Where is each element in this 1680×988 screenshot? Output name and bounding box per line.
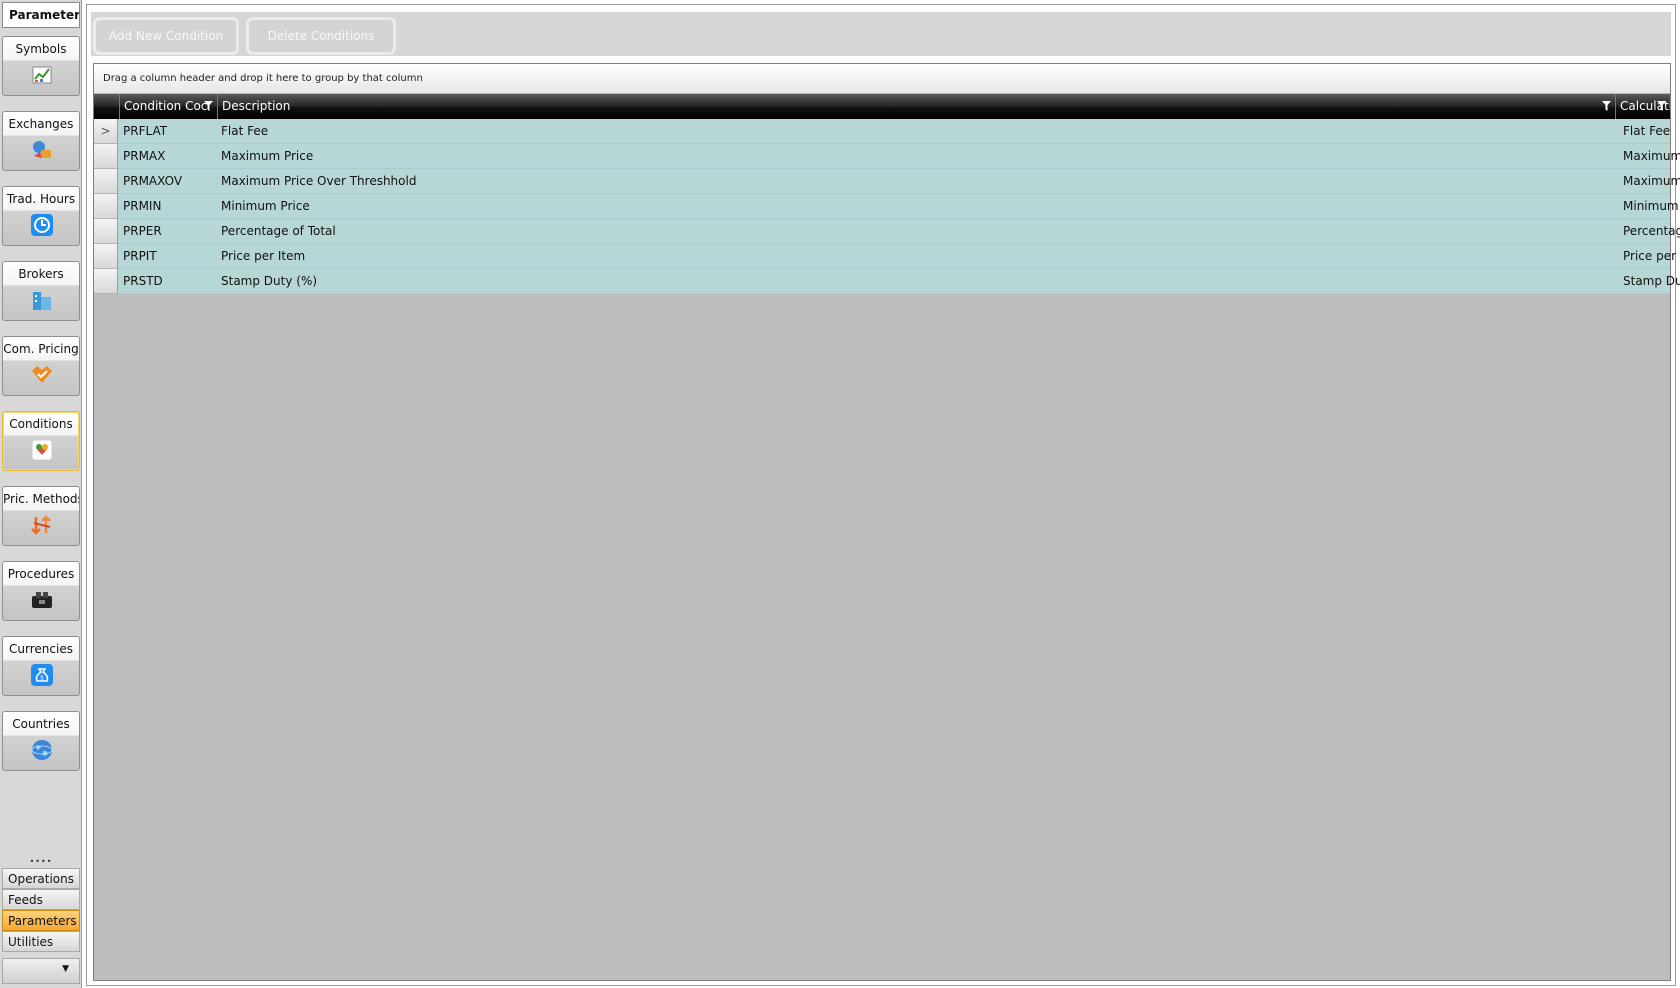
add-new-condition-button[interactable]: Add New Condition bbox=[93, 17, 239, 55]
nav-item-label: Symbols bbox=[15, 42, 67, 56]
tag-icon bbox=[32, 366, 52, 383]
cell-description[interactable]: Maximum Price Over Threshhold bbox=[217, 169, 1615, 194]
nav-item-label: Brokers bbox=[18, 267, 64, 281]
nav-item-trad-hours[interactable]: Trad. Hours bbox=[2, 186, 80, 246]
nav-header: Parameters bbox=[2, 2, 80, 28]
nav-item-conditions[interactable]: Conditions bbox=[2, 411, 80, 471]
table-row[interactable]: PRMAXOV Maximum Price Over Threshhold Ma… bbox=[94, 169, 1680, 194]
conditions-icon bbox=[31, 439, 53, 461]
toolbar: Add New Condition Delete Conditions bbox=[91, 12, 1671, 56]
cell-description[interactable]: Stamp Duty (%) bbox=[217, 269, 1615, 294]
section-operations[interactable]: Operations bbox=[2, 868, 80, 889]
table-row[interactable]: PRPIT Price per Item Price per Item bbox=[94, 244, 1680, 269]
row-selector[interactable]: > bbox=[94, 119, 118, 144]
nav-item-procedures[interactable]: Procedures bbox=[2, 561, 80, 621]
cell-calculation-type[interactable]: Price per Item bbox=[1619, 244, 1680, 269]
column-header-calculation-type[interactable]: Calculation Type bbox=[1615, 94, 1670, 119]
cell-calculation-type[interactable]: Flat Fee bbox=[1619, 119, 1680, 144]
nav-item-label: Countries bbox=[12, 717, 70, 731]
cell-description[interactable]: Flat Fee bbox=[217, 119, 1615, 144]
column-header-condition-code[interactable]: Condition Coc bbox=[119, 94, 217, 119]
delete-conditions-button[interactable]: Delete Conditions bbox=[246, 17, 396, 55]
nav-item-label: Currencies bbox=[9, 642, 73, 656]
navigation-pane: Parameters Symbols Exchanges Trad. Hours bbox=[0, 0, 82, 988]
nav-item-com-pricing[interactable]: Com. Pricing bbox=[2, 336, 80, 396]
cell-description[interactable]: Percentage of Total bbox=[217, 219, 1615, 244]
table-row[interactable]: PRSTD Stamp Duty (%) Stamp Duty bbox=[94, 269, 1680, 294]
column-header-description[interactable]: Description bbox=[217, 94, 1615, 119]
group-by-panel[interactable]: Drag a column header and drop it here to… bbox=[94, 64, 1670, 94]
row-selector[interactable] bbox=[94, 269, 118, 294]
globe-icon bbox=[31, 740, 53, 760]
table-row[interactable]: PRPER Percentage of Total Percentage bbox=[94, 219, 1680, 244]
cell-condition-code[interactable]: PRMIN bbox=[119, 194, 217, 219]
nav-item-label: Pric. Methods bbox=[3, 492, 79, 506]
row-selector-header bbox=[94, 94, 119, 119]
nav-item-label: Trad. Hours bbox=[6, 192, 76, 206]
filter-icon[interactable] bbox=[204, 101, 213, 111]
nav-item-brokers[interactable]: Brokers bbox=[2, 261, 80, 321]
table-row[interactable]: PRMIN Minimum Price Minimum price bbox=[94, 194, 1680, 219]
nav-item-currencies[interactable]: Currencies $ bbox=[2, 636, 80, 696]
cell-condition-code[interactable]: PRFLAT bbox=[119, 119, 217, 144]
symbols-chart-icon bbox=[32, 66, 52, 84]
nav-item-label: Conditions bbox=[9, 417, 73, 431]
dropdown-arrow-icon: ▼ bbox=[62, 964, 69, 974]
row-selector[interactable] bbox=[94, 144, 118, 169]
row-selector[interactable] bbox=[94, 194, 118, 219]
conditions-grid: Drag a column header and drop it here to… bbox=[93, 63, 1680, 981]
clock-icon bbox=[31, 214, 53, 236]
cell-description[interactable]: Maximum Price bbox=[217, 144, 1615, 169]
nav-item-label: Exchanges bbox=[8, 117, 74, 131]
main-content: Add New Condition Delete Conditions Drag… bbox=[86, 4, 1680, 986]
procedures-icon bbox=[32, 592, 52, 608]
cell-condition-code[interactable]: PRSTD bbox=[119, 269, 217, 294]
row-selector[interactable] bbox=[94, 244, 118, 269]
pricing-methods-icon bbox=[31, 515, 51, 535]
cell-calculation-type[interactable]: Percentage bbox=[1619, 219, 1680, 244]
column-header-label: Condition Coc bbox=[124, 99, 208, 113]
cell-condition-code[interactable]: PRPER bbox=[119, 219, 217, 244]
filter-icon[interactable] bbox=[1657, 101, 1666, 111]
cell-condition-code[interactable]: PRMAXOV bbox=[119, 169, 217, 194]
row-selector[interactable] bbox=[94, 169, 118, 194]
table-row[interactable]: > PRFLAT Flat Fee Flat Fee bbox=[94, 119, 1670, 144]
cell-condition-code[interactable]: PRMAX bbox=[119, 144, 217, 169]
grid-header: Condition Coc Description Calculation Ty… bbox=[94, 94, 1670, 119]
section-utilities[interactable]: Utilities bbox=[2, 931, 80, 952]
cell-calculation-type[interactable]: Stamp Duty bbox=[1619, 269, 1680, 294]
row-selector[interactable] bbox=[94, 219, 118, 244]
section-feeds[interactable]: Feeds bbox=[2, 889, 80, 910]
filter-icon[interactable] bbox=[1602, 101, 1611, 111]
nav-item-exchanges[interactable]: Exchanges bbox=[2, 111, 80, 171]
cell-calculation-type[interactable]: Maximum price bbox=[1619, 144, 1680, 169]
cell-calculation-type[interactable]: Maximum price bbox=[1619, 169, 1680, 194]
brokers-building-icon bbox=[33, 292, 51, 310]
nav-item-label: Procedures bbox=[7, 567, 75, 581]
cell-description[interactable]: Minimum Price bbox=[217, 194, 1615, 219]
table-row[interactable]: PRMAX Maximum Price Maximum price bbox=[94, 144, 1680, 169]
money-bag-icon: $ bbox=[31, 664, 53, 686]
nav-item-countries[interactable]: Countries bbox=[2, 711, 80, 771]
nav-item-pric-methods[interactable]: Pric. Methods bbox=[2, 486, 80, 546]
nav-splitter-handle[interactable]: •••• bbox=[0, 858, 82, 868]
cell-description[interactable]: Price per Item bbox=[217, 244, 1615, 269]
column-header-label: Description bbox=[222, 99, 291, 113]
exchanges-icon bbox=[33, 141, 51, 158]
cell-condition-code[interactable]: PRPIT bbox=[119, 244, 217, 269]
nav-item-symbols[interactable]: Symbols bbox=[2, 36, 80, 96]
cell-calculation-type[interactable]: Minimum price bbox=[1619, 194, 1680, 219]
section-parameters[interactable]: Parameters bbox=[2, 910, 80, 931]
nav-overflow-button[interactable]: ▼ bbox=[2, 958, 80, 984]
nav-item-label: Com. Pricing bbox=[3, 342, 79, 356]
svg-text:$: $ bbox=[40, 675, 44, 682]
